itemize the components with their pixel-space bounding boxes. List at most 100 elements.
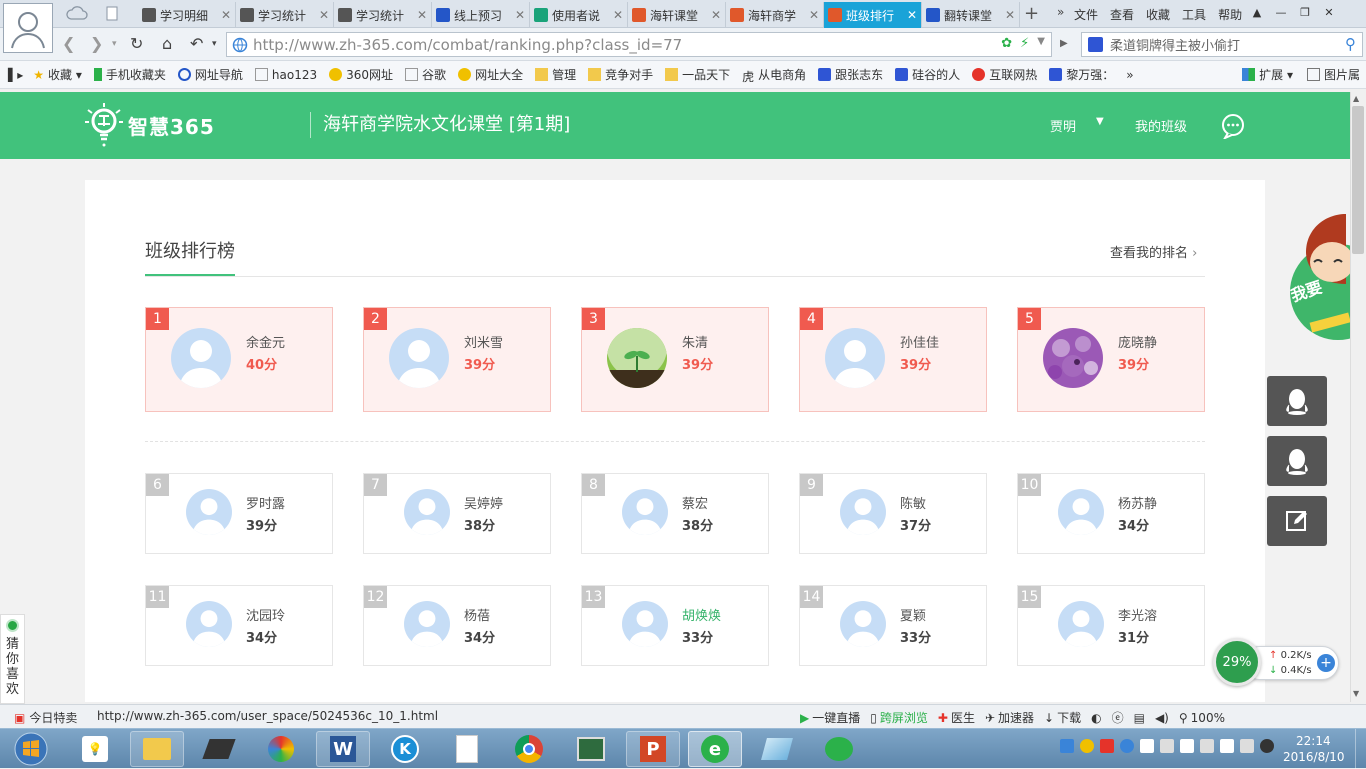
feedback-button[interactable] — [1267, 496, 1327, 546]
tray-phone-icon[interactable] — [1180, 739, 1194, 753]
student-name[interactable]: 孙佳佳 — [900, 332, 939, 351]
taskbar-app-viewer[interactable] — [564, 731, 618, 767]
close-icon[interactable]: ✕ — [221, 8, 231, 22]
skin-icon[interactable]: ▲ — [1248, 3, 1266, 21]
avatar[interactable] — [186, 489, 232, 535]
browser-tab[interactable]: 班级排行 ✕ — [824, 2, 922, 28]
search-icon[interactable]: ⚲ — [1345, 35, 1356, 53]
tray-usb-icon[interactable] — [1160, 739, 1174, 753]
rank-card[interactable]: 2 刘米雪 39分 — [363, 307, 551, 412]
menu-more-icon[interactable]: » — [1057, 5, 1064, 19]
bookmark-item[interactable]: 硅谷的人 — [895, 66, 960, 83]
favorites-menu[interactable]: ★ 收藏 ▾ — [33, 66, 82, 83]
taskbar-app-k[interactable]: K — [378, 731, 432, 767]
volume-icon[interactable]: ◀) — [1155, 711, 1169, 725]
scroll-down-icon[interactable]: ▼ — [1353, 689, 1359, 698]
taskbar-app-powerpoint[interactable]: P — [626, 731, 680, 767]
tray-app-icon[interactable] — [1100, 739, 1114, 753]
avatar[interactable] — [825, 328, 885, 388]
bookmark-item[interactable]: 跟张志东 — [818, 66, 883, 83]
student-name[interactable]: 蔡宏 — [682, 493, 708, 512]
avatar[interactable] — [622, 489, 668, 535]
minimize-button[interactable]: — — [1272, 3, 1290, 21]
browser-tab[interactable]: 使用者说 ✕ — [530, 2, 628, 28]
student-name[interactable]: 李光溶 — [1118, 605, 1157, 624]
rank-card[interactable]: 8 蔡宏 38分 — [581, 473, 769, 554]
rank-card[interactable]: 7 吴婷婷 38分 — [363, 473, 551, 554]
daily-deals-link[interactable]: ▣ 今日特卖 — [14, 709, 77, 726]
browser-user-avatar[interactable] — [3, 3, 53, 53]
student-name[interactable]: 陈敏 — [900, 493, 926, 512]
undo-dropdown-icon[interactable]: ▾ — [212, 39, 217, 49]
mask-icon[interactable]: ◐ — [1091, 711, 1101, 725]
page-list-icon[interactable] — [106, 6, 118, 24]
scroll-up-icon[interactable]: ▲ — [1353, 94, 1359, 103]
tray-qq-icon[interactable] — [1120, 739, 1134, 753]
avatar[interactable] — [171, 328, 231, 388]
message-icon[interactable] — [1220, 113, 1246, 142]
rank-card[interactable]: 5 庞晓静 39分 — [1017, 307, 1205, 412]
history-dropdown-icon[interactable]: ▾ — [112, 39, 117, 49]
taskbar-app-browser[interactable]: e — [688, 731, 742, 767]
avatar[interactable] — [1058, 601, 1104, 647]
my-class-link[interactable]: 我的班级 — [1135, 116, 1187, 135]
close-window-button[interactable]: ✕ — [1320, 3, 1338, 21]
avatar[interactable] — [404, 601, 450, 647]
student-name[interactable]: 沈园玲 — [246, 605, 285, 624]
plus-icon[interactable]: + — [1317, 654, 1335, 672]
rank-card[interactable]: 3 朱清 39分 — [581, 307, 769, 412]
cross-screen-button[interactable]: ▯ 跨屏浏览 — [870, 709, 928, 726]
close-icon[interactable]: ✕ — [613, 8, 623, 22]
url-dropdown-icon[interactable]: ▼ — [1037, 36, 1045, 51]
tray-network-icon[interactable] — [1060, 739, 1074, 753]
browser-tab[interactable]: 线上预习 ✕ — [432, 2, 530, 28]
close-icon[interactable]: ✕ — [711, 8, 721, 22]
bookmark-folder[interactable]: 竞争对手 — [588, 66, 653, 83]
avatar[interactable] — [607, 328, 667, 388]
chevron-down-icon[interactable]: ▼ — [1096, 116, 1104, 127]
close-icon[interactable]: ✕ — [319, 8, 329, 22]
bookmark-item[interactable]: 网址大全 — [458, 66, 523, 83]
download-button[interactable]: ↓ 下载 — [1044, 709, 1081, 726]
browser-tab[interactable]: 翻转课堂 ✕ — [922, 2, 1020, 28]
ie-icon[interactable]: ⓔ — [1112, 709, 1124, 726]
rank-card[interactable]: 4 孙佳佳 39分 — [799, 307, 987, 412]
avatar[interactable] — [1058, 489, 1104, 535]
bookmark-item[interactable]: 360网址 — [329, 66, 393, 83]
sidebar-toggle-icon[interactable]: ▌▸ — [8, 68, 23, 82]
search-field[interactable]: 柔道铜牌得主被小偷打 ⚲ — [1081, 32, 1363, 57]
bookmark-folder[interactable]: 一品天下 — [665, 66, 730, 83]
network-speed-widget[interactable]: 29% ↑ 0.2K/s ↓ 0.4K/s + — [1213, 638, 1341, 688]
close-icon[interactable]: ✕ — [417, 8, 427, 22]
forward-icon[interactable]: ❯ — [90, 34, 103, 53]
student-name[interactable]: 吴婷婷 — [464, 493, 503, 512]
bookmark-item[interactable]: 谷歌 — [405, 66, 446, 83]
tray-msg-icon[interactable] — [1140, 739, 1154, 753]
bookmark-item[interactable]: hao123 — [254, 68, 317, 82]
taskbar-app-word[interactable]: W — [316, 731, 370, 767]
memory-percent[interactable]: 29% — [1213, 638, 1261, 686]
student-name[interactable]: 胡焕焕 — [682, 605, 721, 624]
accelerator-button[interactable]: ✈ 加速器 — [985, 709, 1034, 726]
site-logo[interactable]: 智慧365 — [84, 102, 215, 148]
refresh-icon[interactable]: ↻ — [130, 34, 143, 53]
browser-tab[interactable]: 海轩课堂 ✕ — [628, 2, 726, 28]
student-name[interactable]: 杨蓓 — [464, 605, 490, 624]
rank-card[interactable]: 9 陈敏 37分 — [799, 473, 987, 554]
tray-monitor-icon[interactable] — [1200, 739, 1214, 753]
tray-close-icon[interactable] — [1260, 739, 1274, 753]
close-icon[interactable]: ✕ — [809, 8, 819, 22]
student-name[interactable]: 朱清 — [682, 332, 708, 351]
student-name[interactable]: 刘米雪 — [464, 332, 503, 351]
clock-time[interactable]: 22:14 — [1296, 734, 1331, 748]
avatar[interactable] — [840, 601, 886, 647]
show-desktop-button[interactable] — [1355, 729, 1366, 769]
extensions-menu[interactable]: 扩展 ▾ — [1242, 66, 1293, 83]
live-stream-button[interactable]: ▶ 一键直播 — [800, 709, 860, 726]
menu-tools[interactable]: 工具 — [1182, 6, 1206, 23]
tray-battery-icon[interactable] — [1220, 739, 1234, 753]
clock-date[interactable]: 2016/8/10 — [1283, 750, 1345, 764]
bookmark-item[interactable]: 网址导航 — [177, 66, 243, 83]
rank-card[interactable]: 6 罗时露 39分 — [145, 473, 333, 554]
start-button[interactable] — [6, 731, 56, 767]
